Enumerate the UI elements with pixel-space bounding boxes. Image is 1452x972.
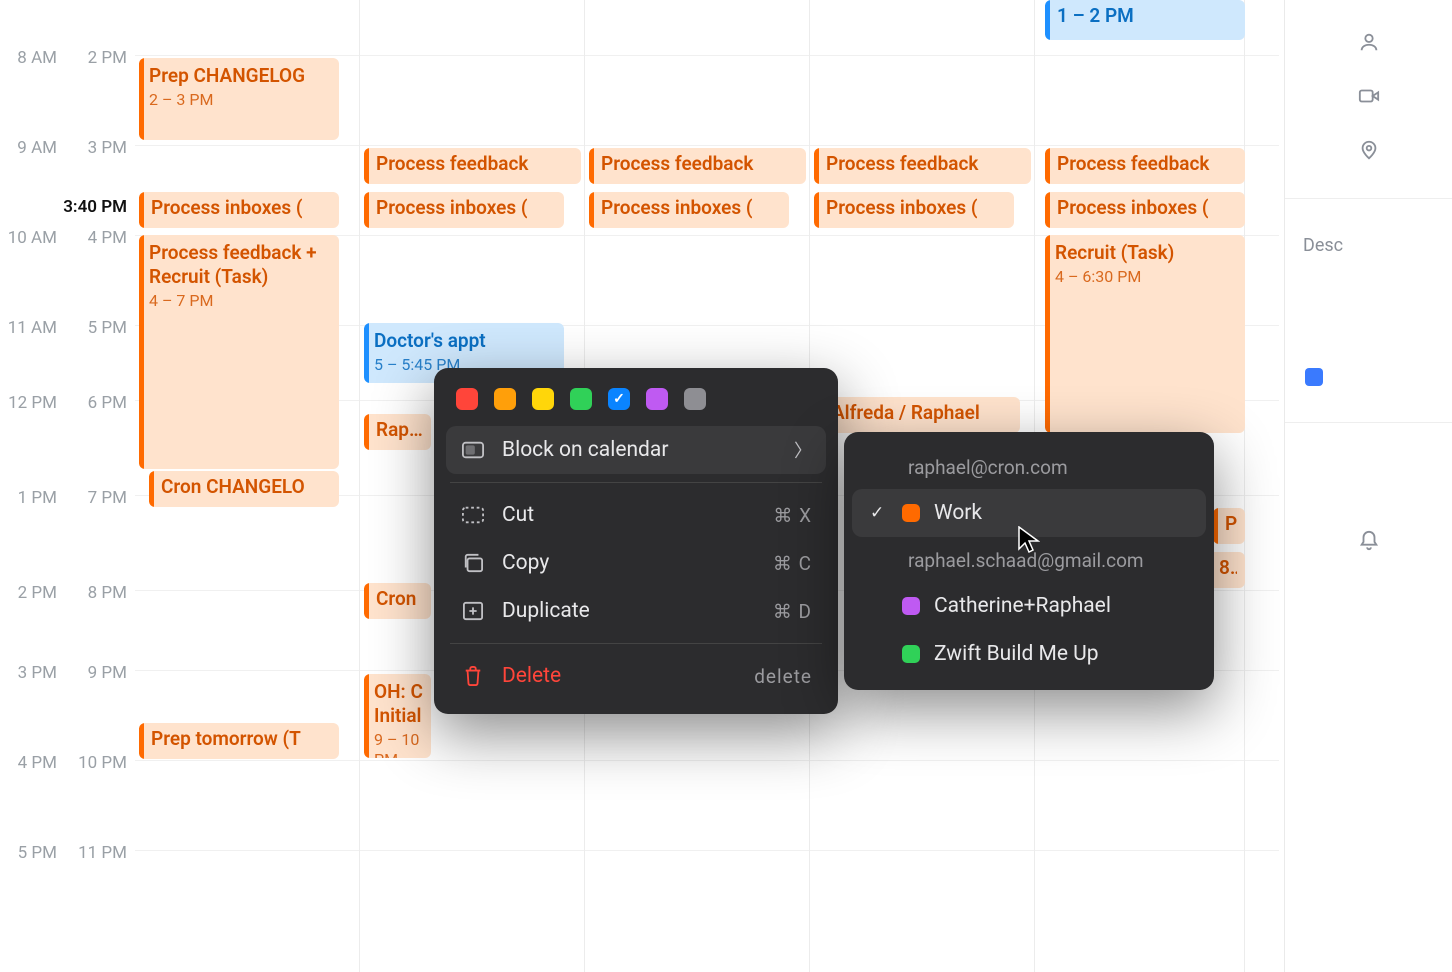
swatch-red[interactable] — [456, 388, 478, 410]
event-process-feedback[interactable]: Process feedback — [364, 148, 581, 184]
duplicate-icon — [460, 600, 486, 622]
account-header: raphael.schaad@gmail.com — [852, 537, 1206, 582]
bell-icon[interactable] — [1357, 529, 1381, 553]
swatch-green[interactable] — [570, 388, 592, 410]
calendar-zwift[interactable]: Zwift Build Me Up — [852, 630, 1206, 678]
event-process-feedback[interactable]: Process feedback — [1045, 148, 1245, 184]
event-cron[interactable]: Cron — [364, 583, 431, 619]
event-prep-changelog[interactable]: Prep CHANGELOG 2 – 3 PM — [139, 58, 339, 140]
swatch-yellow[interactable] — [532, 388, 554, 410]
event-process-feedback-recruit[interactable]: Process feedback + Recruit (Task) 4 – 7 … — [139, 235, 339, 469]
chevron-right-icon: 〉 — [794, 437, 812, 463]
event-cron-changelog[interactable]: Cron CHANGELO — [149, 471, 339, 507]
trash-icon — [460, 665, 486, 687]
calendar-color-dot — [902, 504, 920, 522]
swatch-blue[interactable] — [608, 388, 630, 410]
event-process-feedback[interactable]: Process feedback — [589, 148, 806, 184]
event-process-inboxes[interactable]: Process inboxes ( — [1045, 192, 1245, 228]
right-sidebar: Desc — [1284, 0, 1452, 972]
color-swatch-row — [446, 382, 826, 426]
swatch-orange[interactable] — [494, 388, 516, 410]
event-process-inboxes[interactable]: Process inboxes ( — [589, 192, 789, 228]
time-gutter-left: 8 AM 9 AM 10 AM 11 AM 12 PM 1 PM 2 PM 3 … — [0, 0, 65, 972]
context-menu: Block on calendar 〉 Cut ⌘ X Copy ⌘ C Dup… — [434, 368, 838, 714]
event-raphael[interactable]: Rapha — [364, 414, 431, 450]
location-icon[interactable] — [1357, 138, 1381, 162]
menu-duplicate[interactable]: Duplicate ⌘ D — [446, 587, 826, 635]
cut-icon — [460, 504, 486, 526]
event-pm[interactable]: PM — [1213, 508, 1245, 544]
calendar-color-dot[interactable] — [1305, 368, 1323, 386]
event-process-inboxes[interactable]: Process inboxes ( — [139, 192, 339, 228]
description-label[interactable]: Desc — [1285, 235, 1343, 256]
account-header: raphael@cron.com — [852, 444, 1206, 489]
menu-delete[interactable]: Delete delete — [446, 652, 826, 700]
calendar-block-icon — [460, 439, 486, 461]
event-process-feedback[interactable]: Process feedback — [814, 148, 1031, 184]
swatch-gray[interactable] — [684, 388, 706, 410]
event-alfreda-raphael[interactable]: Alfreda / Raphael — [820, 397, 1020, 433]
time-gutter-right: 2 PM 3 PM 3:40 PM 4 PM 5 PM 6 PM 7 PM 8 … — [65, 0, 135, 972]
video-icon[interactable] — [1357, 84, 1381, 108]
user-icon[interactable] — [1357, 30, 1381, 54]
calendar-color-dot — [902, 645, 920, 663]
menu-copy[interactable]: Copy ⌘ C — [446, 539, 826, 587]
calendar-color-dot — [902, 597, 920, 615]
calendar-picker-submenu: raphael@cron.com ✓ Work raphael.schaad@g… — [844, 432, 1214, 690]
copy-icon — [460, 552, 486, 574]
check-icon: ✓ — [870, 503, 884, 523]
event-oh[interactable]: OH: CInitial 9 – 10 PM — [364, 674, 431, 758]
calendar-catherine-raphael[interactable]: Catherine+Raphael — [852, 582, 1206, 630]
current-time-indicator: 3:40 PM — [63, 197, 127, 217]
menu-cut[interactable]: Cut ⌘ X — [446, 491, 826, 539]
event-recruit[interactable]: Recruit (Task) 4 – 6:30 PM — [1045, 235, 1245, 433]
menu-block-on-calendar[interactable]: Block on calendar 〉 — [446, 426, 826, 474]
event-quiet[interactable]: 1 – 2 PM — [1045, 0, 1245, 40]
event-prep-tomorrow[interactable]: Prep tomorrow (T — [139, 723, 339, 759]
event-process-inboxes[interactable]: Process inboxes ( — [814, 192, 1014, 228]
calendar-work[interactable]: ✓ Work — [852, 489, 1206, 537]
swatch-purple[interactable] — [646, 388, 668, 410]
event-process-inboxes[interactable]: Process inboxes ( — [364, 192, 564, 228]
